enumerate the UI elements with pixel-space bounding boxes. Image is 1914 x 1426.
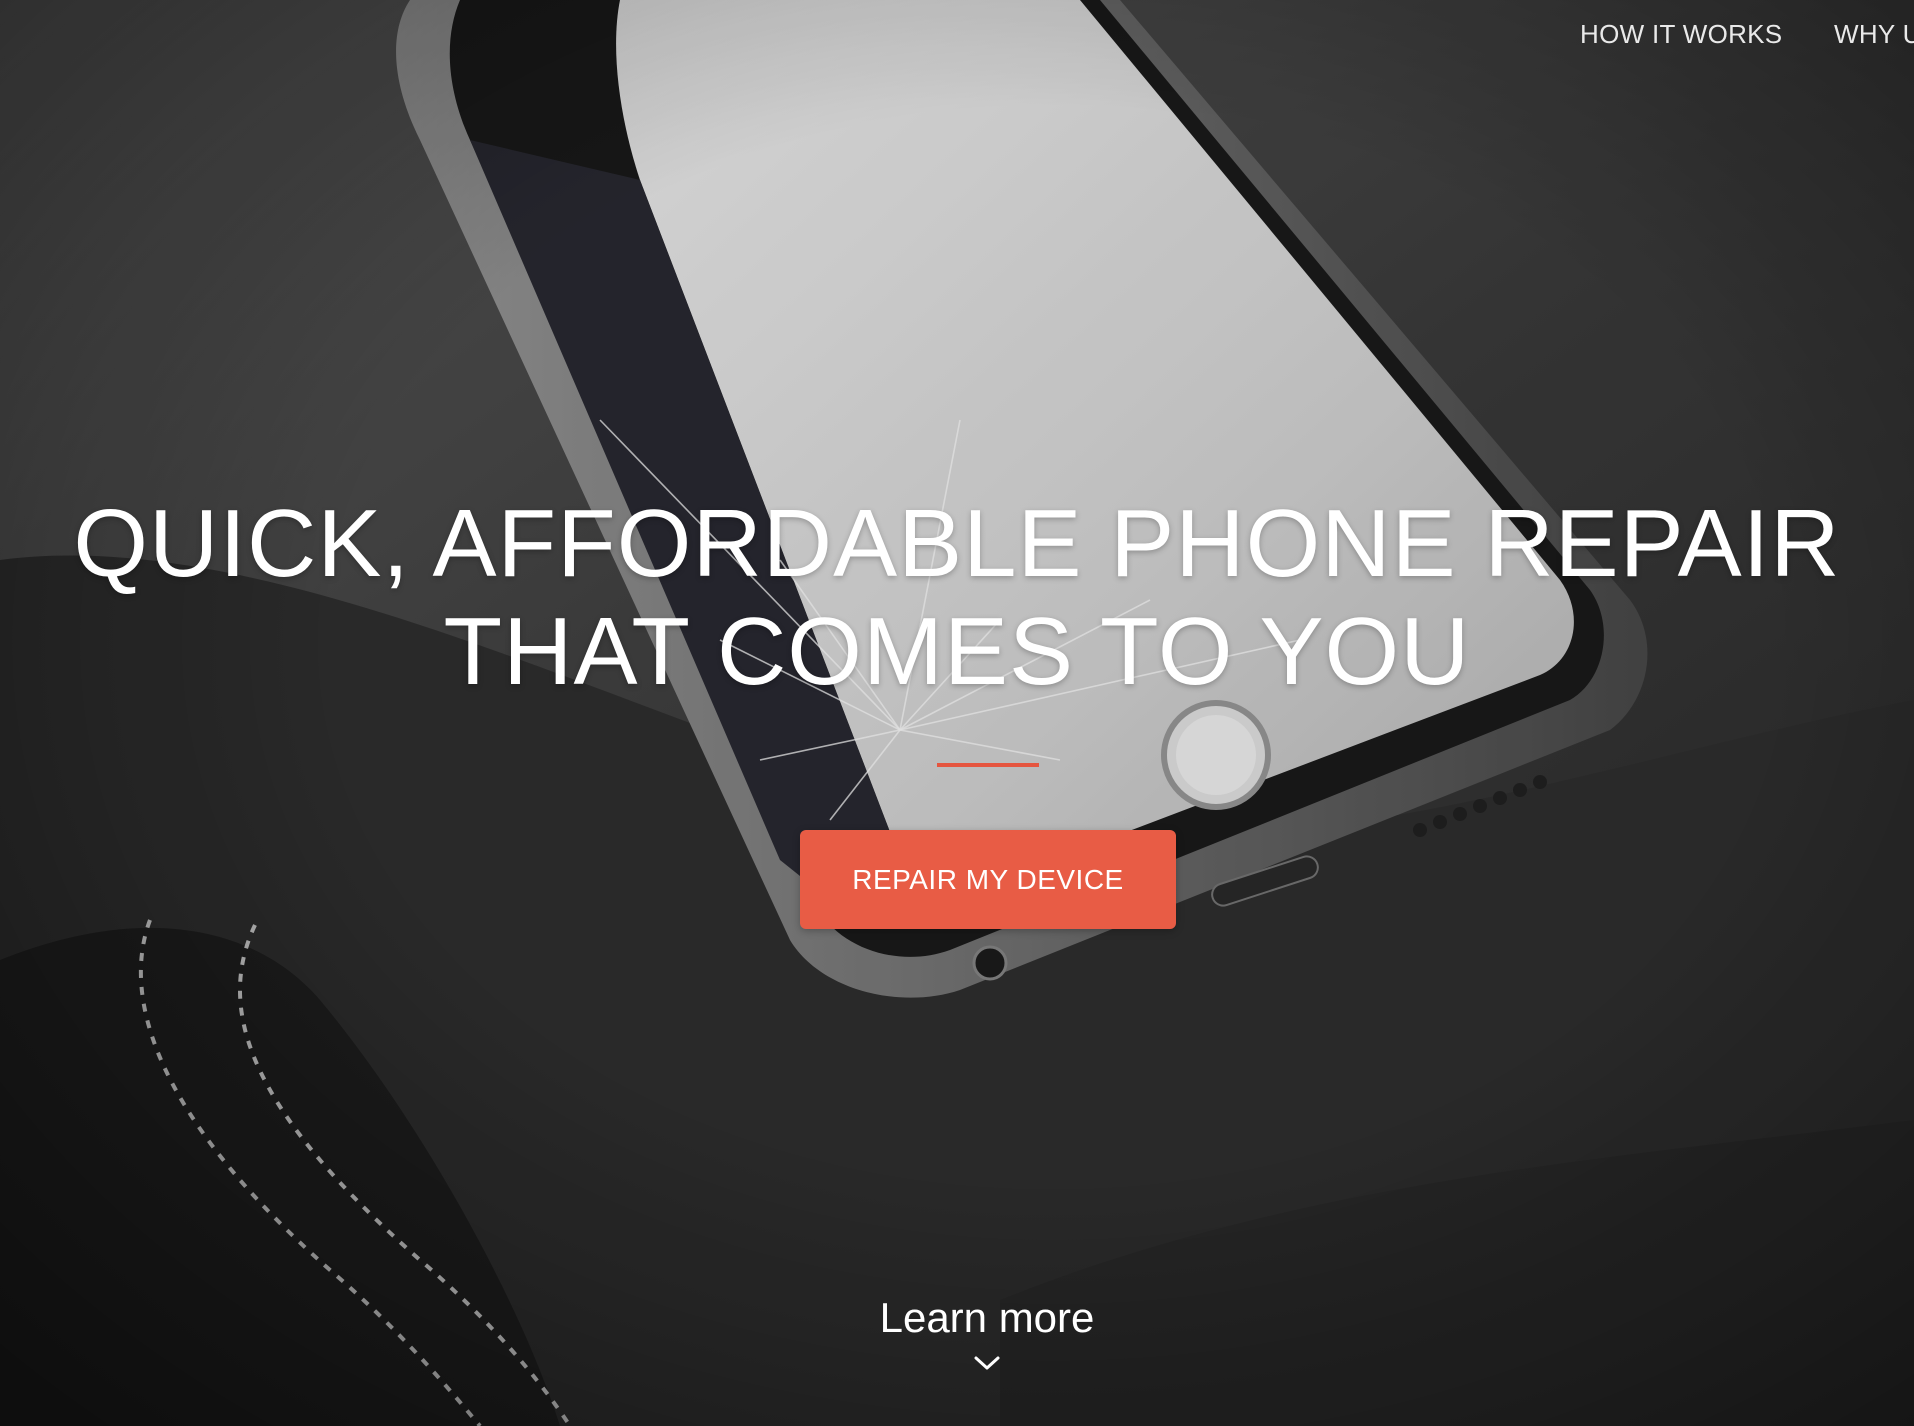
headline-line-1: QUICK, AFFORDABLE PHONE REPAIR xyxy=(73,490,1841,597)
learn-more-link[interactable]: Learn more xyxy=(787,1290,1187,1374)
nav-link-why-us[interactable]: WHY U xyxy=(1834,14,1914,54)
accent-divider xyxy=(937,763,1039,767)
learn-more-label: Learn more xyxy=(879,1294,1095,1341)
hero-headline: QUICK, AFFORDABLE PHONE REPAIR THAT COME… xyxy=(0,490,1914,706)
top-navigation: HOW IT WORKS WHY U xyxy=(1560,14,1914,54)
hero-section: HOW IT WORKS WHY U QUICK, AFFORDABLE PHO… xyxy=(0,0,1914,1426)
chevron-down-icon xyxy=(974,1356,1000,1370)
nav-link-how-it-works[interactable]: HOW IT WORKS xyxy=(1580,14,1782,54)
hero-background-image xyxy=(0,0,1914,1426)
repair-my-device-button[interactable]: REPAIR MY DEVICE xyxy=(800,830,1176,929)
headline-line-2: THAT COMES TO YOU xyxy=(443,598,1471,705)
